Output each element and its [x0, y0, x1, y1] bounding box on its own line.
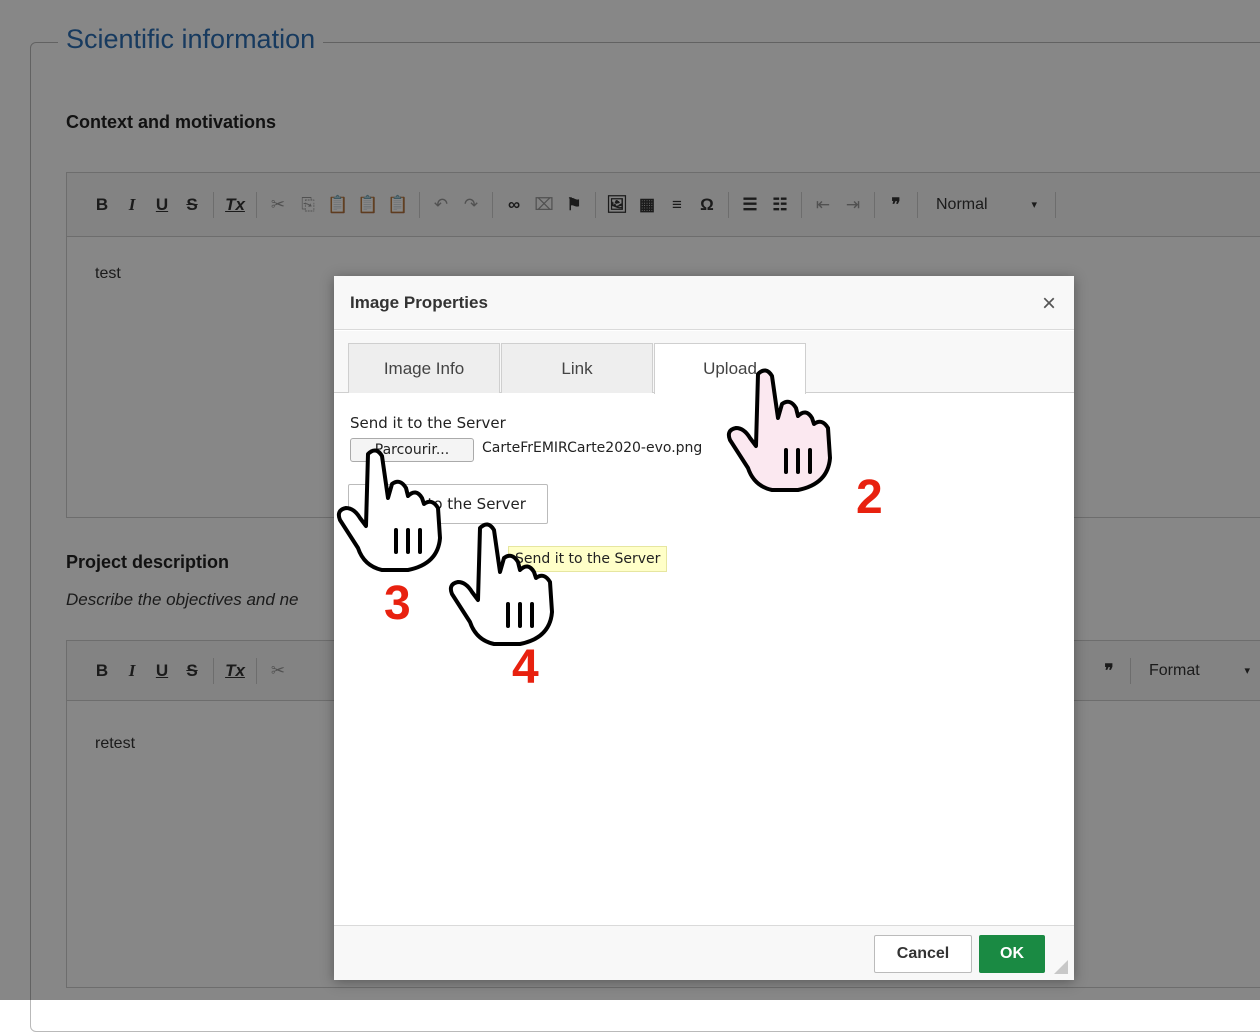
dialog-footer: Cancel OK — [334, 925, 1074, 980]
step-4-marker: 4 — [512, 641, 539, 694]
tab-image-info[interactable]: Image Info — [348, 343, 500, 393]
cancel-button[interactable]: Cancel — [874, 935, 972, 973]
dialog-tabs: Image Info Link Upload — [334, 331, 1074, 394]
page: Scientific information Context and motiv… — [0, 0, 1260, 1032]
resize-grip-icon[interactable] — [1054, 960, 1068, 974]
hand-pointer-icon — [336, 448, 442, 572]
upload-label: Send it to the Server — [350, 414, 506, 432]
close-icon[interactable]: × — [1042, 290, 1056, 318]
ok-button[interactable]: OK — [979, 935, 1045, 973]
dialog-title: Image Properties — [334, 276, 1074, 330]
step-2-marker: 2 — [856, 471, 883, 524]
selected-file-name: CarteFrEMIRCarte2020-evo.png — [482, 440, 703, 456]
step-3-marker: 3 — [384, 577, 411, 630]
hand-pointer-icon — [726, 368, 832, 492]
tab-link[interactable]: Link — [501, 343, 653, 393]
hand-pointer-icon — [448, 522, 554, 646]
